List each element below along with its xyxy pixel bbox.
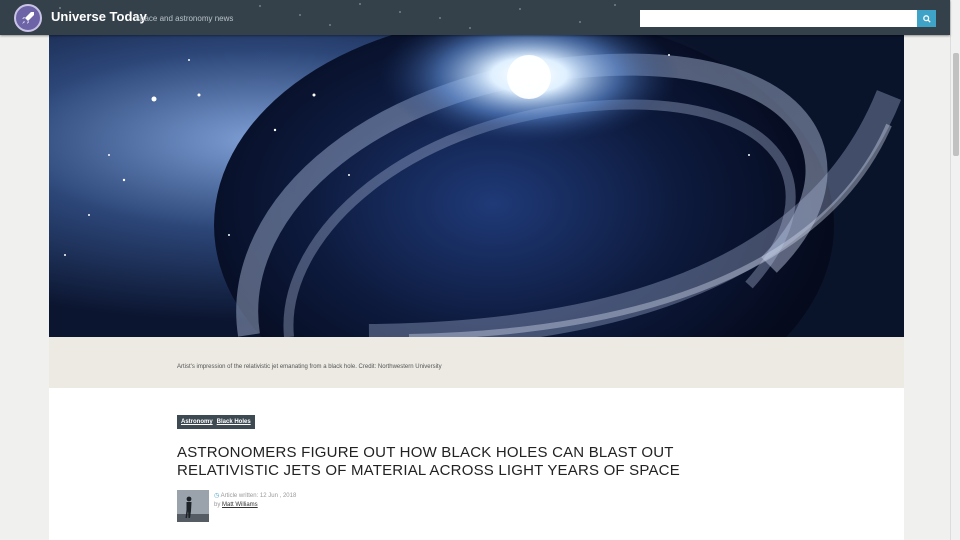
author-silhouette <box>177 490 209 522</box>
scrollbar-thumb[interactable] <box>953 53 959 156</box>
article-date: ◷ Article written: 12 Jun , 2018 <box>214 492 296 499</box>
rocket-icon <box>22 12 34 24</box>
site-title[interactable]: Universe Today <box>51 9 147 24</box>
tag-astronomy[interactable]: Astronomy <box>181 419 213 425</box>
image-caption: Artist's impression of the relativistic … <box>177 364 442 370</box>
author-link[interactable]: Matt Williams <box>222 502 258 508</box>
site-tagline: space and astronomy news <box>136 14 234 23</box>
hero-image <box>49 35 904 337</box>
search-input[interactable] <box>640 10 917 27</box>
article-date-text: Article written: 12 Jun , 2018 <box>220 493 297 499</box>
search-icon <box>922 14 931 23</box>
site-header: Universe Today space and astronomy news <box>0 0 950 35</box>
byline-label: by <box>214 502 221 508</box>
article-header: Astronomy Black Holes ASTRONOMERS FIGURE… <box>49 388 904 540</box>
tag-black-holes[interactable]: Black Holes <box>217 419 251 425</box>
article-byline: by Matt Williams <box>214 502 258 508</box>
search-button[interactable] <box>917 10 936 27</box>
clock-icon: ◷ <box>214 493 220 499</box>
site-logo[interactable] <box>14 4 42 32</box>
black-hole-illustration <box>49 35 904 337</box>
article-title: ASTRONOMERS FIGURE OUT HOW BLACK HOLES C… <box>177 444 680 479</box>
category-tags: Astronomy Black Holes <box>177 415 255 429</box>
author-avatar[interactable] <box>177 490 209 522</box>
caption-band: Artist's impression of the relativistic … <box>49 337 904 388</box>
page-scrollbar[interactable] <box>950 0 960 540</box>
